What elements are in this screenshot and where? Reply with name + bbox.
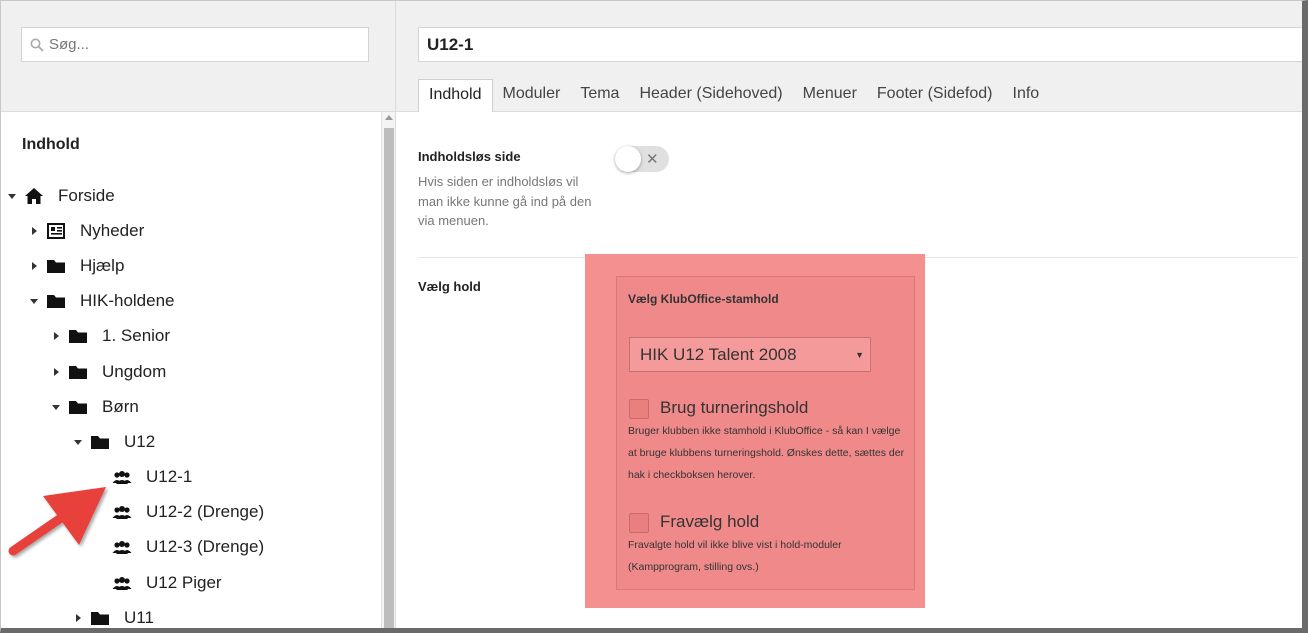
tree-item[interactable]: Ungdom (1, 354, 381, 389)
caret-right-icon[interactable] (29, 226, 39, 236)
tree-item-label: U12 Piger (146, 572, 222, 592)
caret-right-icon[interactable] (51, 331, 61, 341)
content-heading: Indhold (22, 136, 80, 153)
search-input[interactable] (49, 36, 349, 53)
tournament-description: Bruger klubben ikke stamhold i KlubOffic… (628, 425, 905, 481)
folder-icon (89, 609, 111, 627)
caret-down-icon[interactable] (7, 191, 17, 201)
tree-item[interactable]: U11 (1, 600, 381, 628)
contentless-label: Indholdsløs side (418, 149, 521, 164)
tree-item[interactable]: U12-1 (1, 460, 381, 495)
caret-right-icon[interactable] (29, 261, 39, 271)
folder-icon (67, 398, 89, 416)
tree-item-label: U12-2 (Drenge) (146, 502, 265, 522)
tree-item[interactable]: 1. Senior (1, 319, 381, 354)
tree-item-label: U12-1 (146, 467, 193, 487)
team-selection-highlight: Vælg KlubOffice-stamhold HIK U12 Talent … (585, 254, 925, 608)
deselect-checkbox[interactable] (629, 513, 649, 533)
team-selection-box: Vælg KlubOffice-stamhold HIK U12 Talent … (616, 276, 915, 590)
team-label: Vælg hold (418, 279, 481, 294)
tree-item[interactable]: U12 Piger (1, 565, 381, 600)
scroll-up-icon[interactable] (385, 115, 393, 120)
tree-item-label: Nyheder (80, 220, 145, 240)
tree-item-label: U12 (124, 431, 156, 451)
tree-item-label: HIK-holdene (80, 291, 175, 311)
team-icon (111, 538, 133, 556)
caret-spacer (95, 507, 105, 517)
tournament-label: Brug turneringshold (660, 398, 809, 417)
tree-item[interactable]: Forside (1, 178, 381, 213)
tree-item-label: 1. Senior (102, 326, 171, 346)
tree-item[interactable]: Børn (1, 389, 381, 424)
tournament-checkbox[interactable] (629, 399, 649, 419)
team-icon (111, 503, 133, 521)
page-title-input[interactable] (418, 27, 1302, 62)
folder-icon (45, 292, 67, 310)
deselect-description: Fravalgte hold vil ikke blive vist i hol… (628, 539, 842, 573)
tree-item-label: U11 (124, 607, 154, 627)
app-window: Indhold Forside Nyheder Hjælp HIK-holdene 1.… (0, 0, 1308, 633)
tree-item-label: Børn (102, 396, 139, 416)
tree-item-label: Ungdom (102, 361, 167, 381)
caret-right-icon[interactable] (51, 367, 61, 377)
deselect-label: Fravælg hold (660, 512, 760, 531)
team-select[interactable]: HIK U12 Talent 2008 ▼ (629, 337, 871, 372)
caret-down-icon[interactable] (51, 402, 61, 412)
news-icon (45, 222, 67, 240)
scrollbar-thumb[interactable] (384, 128, 394, 628)
tab-indhold[interactable]: Indhold (418, 79, 493, 112)
team-select-value: HIK U12 Talent 2008 (640, 345, 797, 364)
tree-item[interactable]: U12 (1, 424, 381, 459)
contentless-description: Hvis siden er indholdsløs vil man ikke k… (418, 174, 592, 228)
tree-item[interactable]: U12-3 (Drenge) (1, 530, 381, 565)
contentless-toggle[interactable]: ✕ (615, 146, 669, 172)
toggle-knob (615, 146, 641, 172)
sidebar-content: Indhold Forside Nyheder Hjælp HIK-holdene 1.… (1, 112, 381, 628)
sidebar-header (1, 1, 396, 112)
tree-item-label: Hjælp (80, 255, 125, 275)
tab-footer[interactable]: Footer (Sidefod) (867, 79, 1003, 112)
search-icon (30, 38, 44, 52)
content-tree: Forside Nyheder Hjælp HIK-holdene 1. Senior U… (1, 178, 381, 628)
team-icon (111, 574, 133, 592)
tab-tema[interactable]: Tema (570, 79, 629, 112)
sidebar-scrollbar[interactable] (381, 112, 396, 628)
editor-header: IndholdModulerTemaHeader (Sidehoved)Menu… (396, 1, 1302, 112)
caret-spacer (95, 472, 105, 482)
tree-item[interactable]: HIK-holdene (1, 284, 381, 319)
editor-tabs: Indhold Moduler Tema Header (Sidehoved) Menu… (418, 79, 1049, 112)
search-box[interactable] (21, 27, 369, 62)
tree-item[interactable]: Hjælp (1, 248, 381, 283)
caret-right-icon[interactable] (73, 613, 83, 623)
caret-down-icon[interactable] (73, 437, 83, 447)
team-section-title: Vælg KlubOffice-stamhold (628, 292, 779, 306)
caret-down-icon[interactable] (29, 296, 39, 306)
tree-item[interactable]: Nyheder (1, 213, 381, 248)
tree-item-label: U12-3 (Drenge) (146, 537, 265, 557)
tree-item[interactable]: U12-2 (Drenge) (1, 495, 381, 530)
folder-icon (45, 257, 67, 275)
folder-icon (67, 327, 89, 345)
tab-header[interactable]: Header (Sidehoved) (629, 79, 792, 112)
caret-spacer (95, 578, 105, 588)
folder-icon (89, 433, 111, 451)
close-icon: ✕ (646, 151, 659, 168)
caret-spacer (95, 542, 105, 552)
tree-item-label: Forside (58, 185, 115, 205)
tab-moduler[interactable]: Moduler (493, 79, 571, 112)
folder-icon (67, 363, 89, 381)
team-icon (111, 468, 133, 486)
home-icon (23, 187, 45, 205)
tab-menuer[interactable]: Menuer (793, 79, 867, 112)
chevron-down-icon: ▼ (855, 350, 864, 360)
tab-info[interactable]: Info (1003, 79, 1050, 112)
